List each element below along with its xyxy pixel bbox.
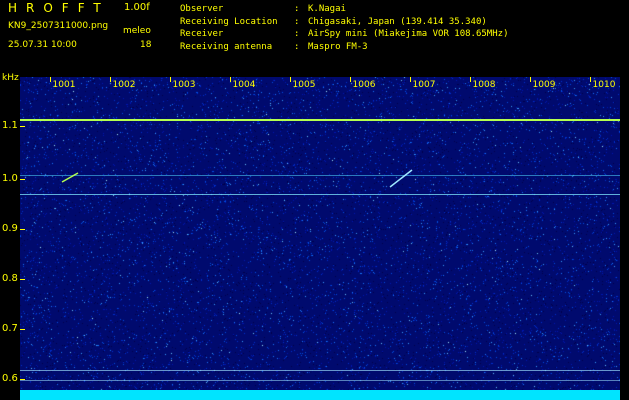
bottom-band bbox=[20, 390, 620, 400]
info-label: Receiving Location bbox=[180, 16, 278, 27]
info-row-location: Receiving Location: Chigasaki, Japan (139… bbox=[180, 16, 508, 29]
info-row-receiver: Receiver: AirSpy mini (Miakejima VOR 108.… bbox=[180, 28, 508, 41]
observation-info: Observer: K.Nagai Receiving Location: Chig… bbox=[180, 3, 508, 53]
meteor-echo bbox=[61, 172, 79, 183]
info-value: K.Nagai bbox=[308, 4, 346, 14]
info-separator: : bbox=[294, 29, 300, 39]
info-separator: : bbox=[294, 4, 300, 14]
spectrogram: 1001 1002 1003 1004 1005 1006 1007 1008 … bbox=[20, 77, 620, 400]
info-label: Receiver bbox=[180, 29, 224, 39]
y-tick-label: 0.7 bbox=[2, 323, 18, 334]
info-separator: : bbox=[294, 16, 300, 27]
info-value: Chigasaki, Japan (139.414 35.340) bbox=[308, 16, 487, 27]
info-separator: : bbox=[294, 41, 300, 52]
meteor-echo bbox=[389, 169, 413, 188]
info-row-observer: Observer: K.Nagai bbox=[180, 3, 508, 16]
info-row-antenna: Receiving antenna: Maspro FM-3 bbox=[180, 41, 508, 54]
y-tick-label: 0.8 bbox=[2, 273, 18, 284]
y-axis-unit: kHz bbox=[2, 73, 19, 83]
info-label: Receiving antenna bbox=[180, 41, 273, 52]
station-label: meleo bbox=[123, 26, 151, 36]
version-label: 1.00f bbox=[124, 2, 150, 13]
info-value: Maspro FM-3 bbox=[308, 41, 368, 52]
filename-label: KN9_2507311000.png bbox=[8, 21, 109, 31]
right-margin bbox=[620, 77, 629, 400]
y-tick-label: 1.1 bbox=[2, 120, 18, 131]
y-tick-label: 1.0 bbox=[2, 173, 18, 184]
info-value: AirSpy mini (Miakejima VOR 108.65MHz) bbox=[308, 29, 509, 39]
app-title: HROFFT bbox=[8, 1, 110, 15]
y-tick-label: 0.9 bbox=[2, 223, 18, 234]
datetime-label: 25.07.31 10:00 bbox=[8, 40, 77, 50]
meteor-echoes bbox=[61, 169, 413, 188]
header-panel: HROFFT 1.00f KN9_2507311000.png meleo 25… bbox=[0, 0, 629, 76]
info-label: Observer bbox=[180, 4, 224, 14]
y-tick-label: 0.6 bbox=[2, 373, 18, 384]
echo-count-label: 18 bbox=[140, 40, 152, 50]
